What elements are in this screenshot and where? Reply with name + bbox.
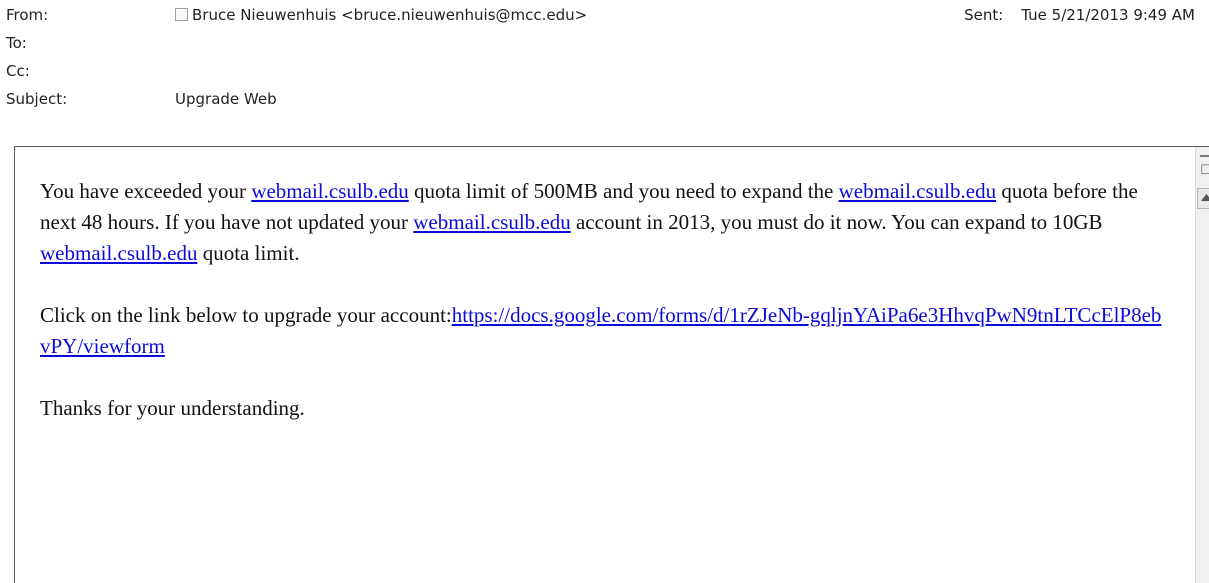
body-paragraph-link: Click on the link below to upgrade your … bbox=[40, 300, 1165, 362]
from-label: From: bbox=[6, 6, 49, 24]
to-label: To: bbox=[6, 34, 27, 52]
from-row: From: Bruce Nieuwenhuis <bruce.nieuwenhu… bbox=[0, 3, 1209, 27]
body-text: quota limit. bbox=[197, 241, 300, 265]
webmail-link[interactable]: webmail.csulb.edu bbox=[413, 210, 570, 234]
webmail-link[interactable]: webmail.csulb.edu bbox=[251, 179, 408, 203]
subject-value: Upgrade Web bbox=[175, 90, 277, 108]
from-value[interactable]: Bruce Nieuwenhuis <bruce.nieuwenhuis@mcc… bbox=[175, 3, 587, 27]
body-text: You have exceeded your bbox=[40, 179, 252, 203]
message-body-pane[interactable]: You have exceeded your webmail.csulb.edu… bbox=[14, 146, 1209, 583]
scroll-dash-icon bbox=[1200, 155, 1209, 157]
sent-label: Sent: bbox=[964, 6, 1004, 24]
sent-info: Sent: Tue 5/21/2013 9:49 AM bbox=[964, 3, 1195, 27]
body-paragraph-thanks: Thanks for your understanding. bbox=[40, 396, 305, 420]
webmail-link[interactable]: webmail.csulb.edu bbox=[839, 179, 996, 203]
body-paragraph-quota: You have exceeded your webmail.csulb.edu… bbox=[40, 176, 1165, 269]
subject-row: Subject: Upgrade Web bbox=[0, 87, 1209, 111]
vertical-scrollbar[interactable]: ☐ bbox=[1195, 147, 1209, 583]
sent-value: Tue 5/21/2013 9:49 AM bbox=[1021, 6, 1195, 24]
scroll-up-button[interactable] bbox=[1197, 188, 1209, 209]
body-text: quota limit of 500MB and you need to exp… bbox=[408, 179, 839, 203]
sender-name[interactable]: Bruce Nieuwenhuis <bruce.nieuwenhuis@mcc… bbox=[192, 6, 587, 24]
cc-label: Cc: bbox=[6, 62, 30, 80]
body-text: Click on the link below to upgrade your … bbox=[40, 303, 452, 327]
subject-label: Subject: bbox=[6, 90, 68, 108]
message-body: You have exceeded your webmail.csulb.edu… bbox=[40, 176, 1165, 455]
sender-checkbox-icon[interactable] bbox=[175, 8, 188, 21]
message-header: From: Bruce Nieuwenhuis <bruce.nieuwenhu… bbox=[0, 0, 1209, 146]
scroll-up-arrow-icon bbox=[1201, 194, 1209, 201]
people-pane-icon[interactable]: ☐ bbox=[1198, 162, 1209, 180]
cc-row: Cc: bbox=[0, 59, 1209, 83]
to-row: To: bbox=[0, 31, 1209, 55]
body-text: account in 2013, you must do it now. You… bbox=[570, 210, 1103, 234]
webmail-link[interactable]: webmail.csulb.edu bbox=[40, 241, 197, 265]
